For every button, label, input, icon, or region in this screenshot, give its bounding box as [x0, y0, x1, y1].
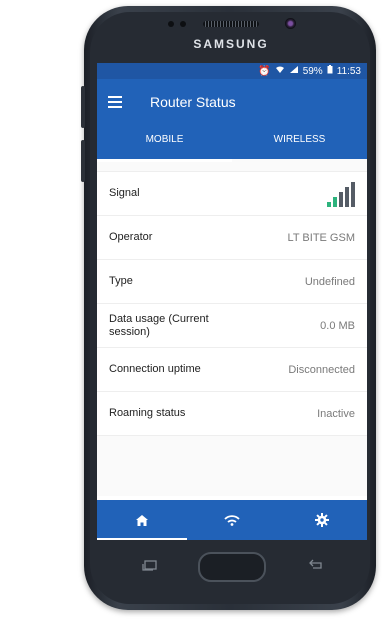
content-area: Signal Operator LT BITE GSM Type Undefin… — [97, 159, 367, 496]
row-value: 0.0 MB — [320, 319, 355, 332]
app-bar: Router Status — [97, 79, 367, 125]
nav-wireless-button[interactable] — [187, 500, 277, 540]
front-camera-icon — [285, 18, 296, 29]
row-label: Type — [109, 275, 133, 287]
wifi-icon — [224, 515, 240, 526]
nav-settings-button[interactable] — [277, 500, 367, 540]
tab-bar: MOBILE WIRELESS — [97, 125, 367, 162]
page-title: Router Status — [150, 94, 236, 110]
row-label: Operator — [109, 231, 153, 243]
row-label: Roaming status — [109, 407, 186, 419]
volume-button — [81, 86, 85, 128]
volume-button-lower — [81, 140, 85, 182]
gear-icon — [315, 513, 329, 527]
row-value: LT BITE GSM — [287, 231, 355, 244]
signal-bar — [339, 191, 343, 207]
battery-icon — [327, 65, 333, 77]
home-key[interactable] — [198, 552, 266, 582]
row-label: Signal — [109, 187, 140, 199]
app-screen: ⏰ 59% 11:53 Router Status MOBILE WIRELES… — [97, 63, 367, 540]
row-value: Inactive — [317, 407, 355, 420]
signal-bar — [333, 196, 337, 207]
list-item-connection-uptime: Connection uptime Disconnected — [97, 348, 367, 392]
wifi-status-icon — [275, 65, 285, 77]
list-item-roaming-status: Roaming status Inactive — [97, 392, 367, 436]
list-item-data-usage: Data usage (Current session) 0.0 MB — [97, 304, 367, 348]
earpiece-speaker — [203, 21, 259, 27]
sensor-icon — [180, 21, 186, 27]
cell-signal-icon — [289, 65, 299, 77]
device-brand: SAMSUNG — [193, 37, 269, 51]
signal-strength-icon — [327, 181, 355, 207]
back-key-icon[interactable] — [308, 558, 324, 576]
signal-bar — [345, 186, 349, 207]
sensor-icon — [168, 21, 174, 27]
signal-bar — [351, 181, 355, 207]
tab-mobile[interactable]: MOBILE — [97, 125, 232, 162]
recent-apps-key-icon[interactable] — [142, 558, 158, 576]
bottom-navigation — [97, 500, 367, 540]
alarm-icon: ⏰ — [258, 65, 271, 77]
row-value: Disconnected — [288, 363, 355, 376]
nav-home-button[interactable] — [97, 500, 187, 540]
row-label: Data usage (Current session) — [109, 312, 209, 338]
tab-wireless[interactable]: WIRELESS — [232, 125, 367, 159]
battery-level: 59% — [302, 65, 323, 77]
row-value: Undefined — [304, 275, 355, 288]
row-label: Connection uptime — [109, 363, 201, 375]
clock: 11:53 — [336, 65, 361, 77]
menu-icon[interactable] — [108, 95, 128, 109]
status-bar: ⏰ 59% 11:53 — [97, 63, 367, 79]
list-item-type: Type Undefined — [97, 260, 367, 304]
status-list: Signal Operator LT BITE GSM Type Undefin… — [97, 171, 367, 436]
home-icon — [136, 514, 148, 526]
list-item-signal: Signal — [97, 172, 367, 216]
signal-bar — [327, 201, 331, 207]
list-item-operator: Operator LT BITE GSM — [97, 216, 367, 260]
